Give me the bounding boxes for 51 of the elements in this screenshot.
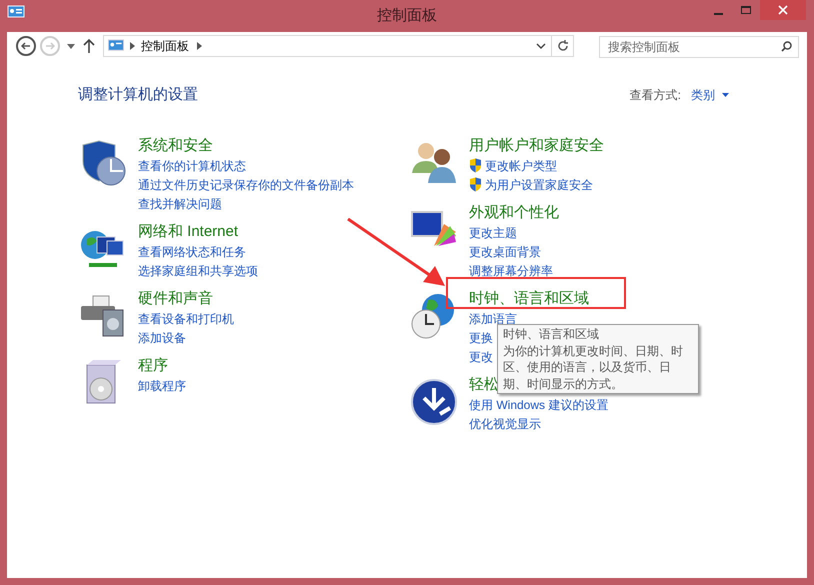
task-link[interactable]: 查找并解决问题 [138, 194, 222, 212]
task-link[interactable]: 更改主题 [469, 224, 517, 242]
task-link[interactable]: 通过文件历史记录保存你的文件备份副本 [138, 176, 354, 194]
view-by-dropdown[interactable]: 类别 [691, 86, 729, 104]
back-button[interactable] [16, 36, 36, 56]
task-link[interactable]: 查看网络状态和任务 [138, 242, 246, 260]
arrow-right-icon [45, 41, 55, 51]
task-link[interactable]: 使用 Windows 建议的设置 [469, 396, 608, 414]
category-link[interactable]: 硬件和声音 [138, 289, 234, 309]
task-link[interactable]: 优化视觉显示 [469, 414, 541, 432]
category-link[interactable]: 外观和个性化 [469, 203, 559, 223]
chevron-down-icon[interactable] [536, 43, 546, 49]
task-link[interactable]: 更改帐户类型 [485, 156, 557, 174]
chevron-right-icon [130, 42, 135, 50]
task-link[interactable]: 查看设备和打印机 [138, 310, 234, 328]
category-link[interactable]: 系统和安全 [138, 136, 354, 156]
category-link[interactable]: 网络和 Internet [138, 222, 258, 242]
category-link[interactable]: 用户帐户和家庭安全 [469, 136, 604, 156]
shield-icon [469, 158, 482, 173]
up-arrow-icon[interactable] [83, 39, 95, 53]
shield-icon [469, 177, 482, 192]
close-icon [778, 5, 788, 15]
task-link[interactable]: 添加设备 [138, 328, 186, 346]
task-link[interactable]: 查看你的计算机状态 [138, 156, 246, 174]
control-panel-icon [107, 38, 125, 54]
category-link[interactable]: 程序 [138, 356, 186, 376]
window-title: 控制面板 [377, 6, 437, 26]
arrow-left-icon [21, 41, 31, 51]
dropdown-caret-icon[interactable] [67, 44, 75, 48]
tooltip-text: 为你的计算机更改时间、日期、时区、使用的语言，以及货币、日期、时间显示的方式。 [503, 342, 684, 392]
page-heading: 调整计算机的设置 [78, 84, 198, 105]
address-bar[interactable]: 控制面板 [103, 35, 574, 57]
task-link[interactable]: 选择家庭组和共享选项 [138, 262, 258, 280]
task-link[interactable]: 添加语言 [469, 310, 517, 328]
view-by-label: 查看方式: [630, 87, 681, 104]
breadcrumb-item[interactable]: 控制面板 [141, 37, 189, 55]
accessibility-icon [410, 378, 458, 426]
search-icon [781, 41, 792, 52]
chevron-right-icon [197, 42, 202, 50]
task-link[interactable]: 调整屏幕分辨率 [469, 262, 553, 280]
search-field[interactable]: 搜索控制面板 [599, 36, 799, 58]
task-link[interactable]: 更改 [469, 348, 493, 366]
category-link[interactable]: 时钟、语言和区域 [469, 289, 589, 309]
caret-icon [722, 93, 729, 97]
tooltip-title: 时钟、语言和区域 [503, 326, 600, 342]
task-link[interactable]: 为用户设置家庭安全 [485, 176, 593, 194]
close-button[interactable] [760, 0, 806, 20]
task-link[interactable]: 更换 [469, 328, 493, 346]
task-link[interactable]: 更改桌面背景 [469, 242, 541, 260]
task-link[interactable]: 卸载程序 [138, 376, 186, 394]
refresh-icon[interactable] [556, 40, 568, 52]
